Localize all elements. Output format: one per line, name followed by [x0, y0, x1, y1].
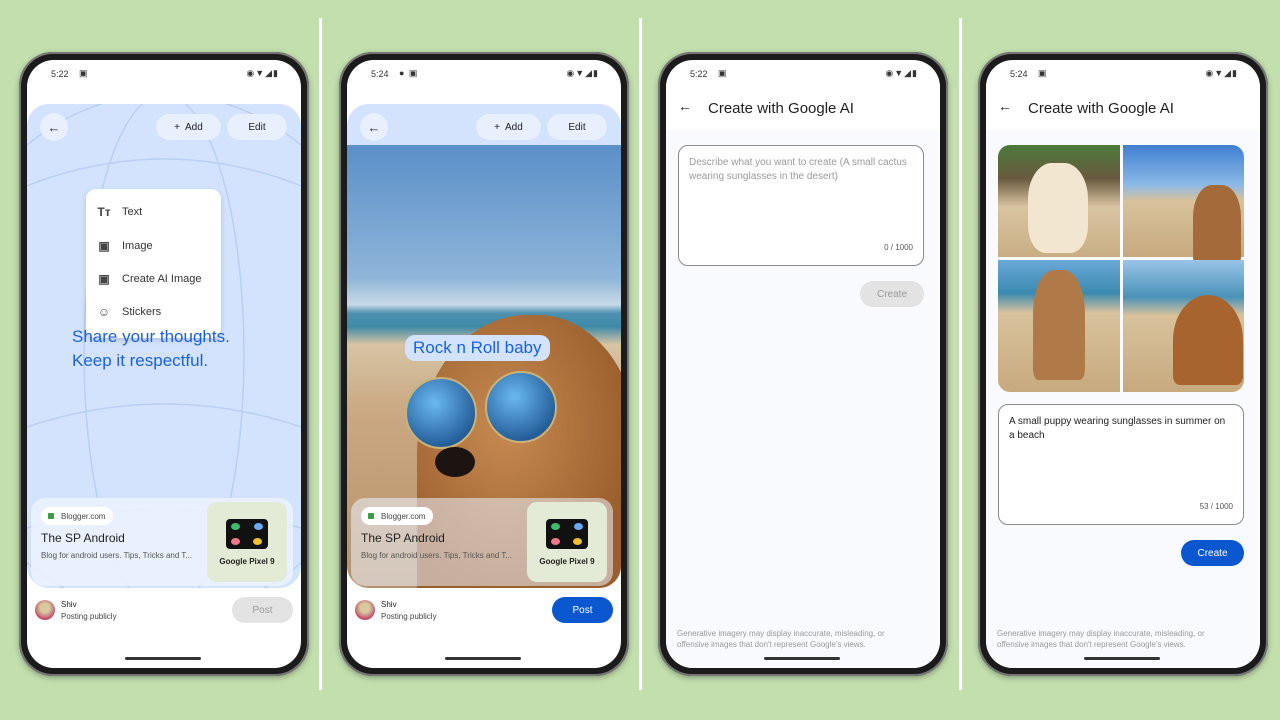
plus-icon: + [494, 121, 501, 133]
arrow-back-icon[interactable]: ← [678, 98, 692, 114]
status-bar: 5:22 ▣ ◉▼◢▮ [51, 68, 279, 79]
disclaimer: Generative imagery may display inaccurat… [997, 629, 1205, 649]
link-thumbnail: Google Pixel 9 [207, 502, 287, 582]
phone-3: 5:22 ▣ ◉▼◢▮ ← Create with Google AI Desc… [658, 52, 948, 676]
post-canvas[interactable]: ← + Add Edit Tт Text ▣ Image ▣ Create AI Ima… [27, 104, 301, 588]
prompt-input[interactable]: A small puppy wearing sunglasses in summ… [998, 404, 1244, 525]
plus-icon: + [174, 121, 181, 133]
back-button[interactable]: ← [360, 113, 388, 141]
page-title: Create with Google AI [1028, 100, 1174, 117]
disclaimer: Generative imagery may display inaccurat… [677, 629, 885, 649]
generated-image[interactable] [1122, 145, 1244, 289]
divider [959, 18, 962, 690]
create-button[interactable]: Create [860, 281, 924, 307]
phone-2: 5:24 ● ▣ ◉▼◢▮ ← + Add Edit Rock n Roll ba… [339, 52, 629, 676]
menu-item-create-ai-image[interactable]: ▣ Create AI Image [96, 272, 201, 286]
nav-handle [125, 657, 201, 660]
divider [639, 18, 642, 690]
prompt-text: Share your thoughts. Keep it respectful. [72, 327, 230, 370]
post-composer-screen: 5:24 ● ▣ ◉▼◢▮ ← + Add Edit Rock n Roll ba… [347, 60, 621, 668]
arrow-back-icon[interactable]: ← [998, 98, 1012, 114]
link-preview-card[interactable]: Blogger.com The SP Android Blog for andr… [31, 498, 293, 586]
arrow-back-icon: ← [367, 119, 381, 135]
status-bar: 5:24 ▣ ◉▼◢▮ [1010, 68, 1238, 79]
back-button[interactable]: ← [40, 113, 68, 141]
link-source: Blogger.com [41, 507, 114, 525]
nav-handle [764, 657, 840, 660]
edit-button[interactable]: Edit [227, 114, 287, 140]
status-icons: ◉▼◢▮ [246, 68, 279, 78]
sticker-icon: ☺ [97, 305, 111, 319]
menu-item-stickers[interactable]: ☺ Stickers [96, 305, 161, 319]
post-canvas[interactable]: ← + Add Edit Rock n Roll baby Blogger.com… [347, 104, 621, 588]
create-button[interactable]: Create [1181, 540, 1244, 566]
pixel-illustration [226, 518, 268, 549]
create-ai-screen: 5:22 ▣ ◉▼◢▮ ← Create with Google AI Desc… [666, 60, 940, 668]
status-icons: ◉▼◢▮ [566, 68, 599, 78]
divider [319, 18, 322, 690]
char-counter: 0 / 1000 [884, 243, 913, 252]
generated-image[interactable] [1122, 260, 1244, 392]
ai-image-icon: ▣ [98, 272, 110, 286]
prompt-input[interactable]: Describe what you want to create (A smal… [678, 145, 924, 266]
nav-handle [445, 657, 521, 660]
link-preview-card[interactable]: Blogger.com The SP Android Blog for andr… [351, 498, 613, 586]
arrow-back-icon: ← [47, 119, 61, 135]
text-overlay[interactable]: Rock n Roll baby [405, 335, 550, 361]
pixel-illustration [546, 518, 588, 549]
status-bar: 5:24 ● ▣ ◉▼◢▮ [371, 68, 599, 79]
create-ai-screen: 5:24 ▣ ◉▼◢▮ ← Create with Google AI A sm… [986, 60, 1260, 668]
generated-image[interactable] [998, 145, 1120, 281]
add-menu: Tт Text ▣ Image ▣ Create AI Image ☺ Stickers [86, 189, 221, 338]
generated-image[interactable] [998, 260, 1120, 392]
notification-icons: ● ▣ [399, 68, 419, 78]
page-title: Create with Google AI [708, 100, 854, 117]
image-icon: ▣ [79, 68, 89, 78]
add-button[interactable]: + Add [476, 114, 541, 140]
edit-button[interactable]: Edit [547, 114, 607, 140]
app-bar: ← Create with Google AI [666, 84, 940, 130]
text-format-icon: Tт [97, 205, 111, 219]
link-thumbnail: Google Pixel 9 [527, 502, 607, 582]
image-icon: ▣ [718, 68, 728, 78]
status-bar: 5:22 ▣ ◉▼◢▮ [690, 68, 918, 79]
image-icon: ▣ [1038, 68, 1048, 78]
menu-item-image[interactable]: ▣ Image [96, 239, 152, 253]
image-icon: ▣ [98, 239, 110, 253]
char-counter: 53 / 1000 [1199, 502, 1233, 511]
phone-1: 5:22 ▣ ◉▼◢▮ ← + Add Edit Tт Text ▣ Image ▣ C… [19, 52, 309, 676]
add-button[interactable]: + Add [156, 114, 221, 140]
generated-images-grid [998, 145, 1244, 392]
post-button[interactable]: Post [232, 597, 293, 623]
avatar [355, 600, 375, 620]
phone-4: 5:24 ▣ ◉▼◢▮ ← Create with Google AI A sm… [978, 52, 1268, 676]
post-button[interactable]: Post [552, 597, 613, 623]
avatar [35, 600, 55, 620]
status-icons: ◉▼◢▮ [885, 68, 918, 78]
status-icons: ◉▼◢▮ [1205, 68, 1238, 78]
app-bar: ← Create with Google AI [986, 84, 1260, 130]
link-source: Blogger.com [361, 507, 434, 525]
nav-handle [1084, 657, 1160, 660]
menu-item-text[interactable]: Tт Text [96, 205, 142, 219]
post-composer-screen: 5:22 ▣ ◉▼◢▮ ← + Add Edit Tт Text ▣ Image ▣ C… [27, 60, 301, 668]
